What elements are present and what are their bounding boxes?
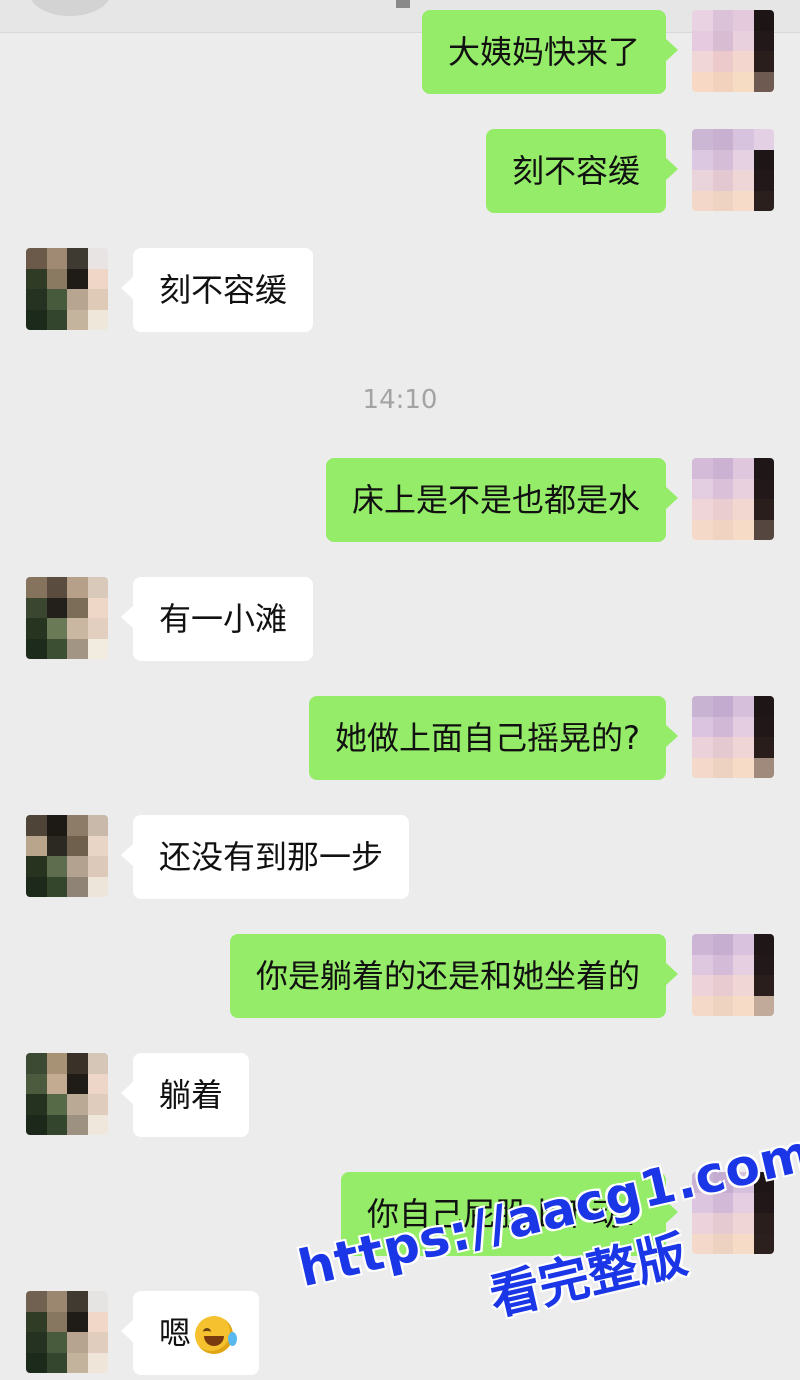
my-avatar[interactable] xyxy=(692,696,774,778)
contact-avatar[interactable] xyxy=(26,577,108,659)
message-row: 刻不容缓 xyxy=(0,129,800,213)
contact-message-bubble[interactable]: 有一小滩 xyxy=(120,577,314,661)
my-message-bubble[interactable]: 床上是不是也都是水 xyxy=(325,458,679,542)
contact-avatar[interactable] xyxy=(26,815,108,897)
contact-message-bubble[interactable]: 嗯 xyxy=(120,1291,260,1375)
message-text: 嗯 xyxy=(159,1314,192,1352)
contact-avatar[interactable] xyxy=(26,1053,108,1135)
title-fragment xyxy=(396,0,410,8)
my-avatar[interactable] xyxy=(692,10,774,92)
my-avatar[interactable] xyxy=(692,934,774,1016)
contact-message-bubble[interactable]: 刻不容缓 xyxy=(120,248,314,332)
my-avatar[interactable] xyxy=(692,129,774,211)
my-message-bubble[interactable]: 刻不容缓 xyxy=(485,129,679,213)
my-message-bubble[interactable]: 大姨妈快来了 xyxy=(421,10,679,94)
message-row: 有一小滩 xyxy=(0,577,800,661)
laughing-tears-icon xyxy=(195,1316,238,1354)
contact-avatar[interactable] xyxy=(26,1291,108,1373)
tear-drop xyxy=(228,1332,238,1346)
message-row: 她做上面自己摇晃的? xyxy=(0,696,800,780)
message-row: 还没有到那一步 xyxy=(0,815,800,899)
my-message-bubble[interactable]: 你是躺着的还是和她坐着的 xyxy=(229,934,679,1018)
message-row: 大姨妈快来了 xyxy=(0,10,800,94)
message-row: 你是躺着的还是和她坐着的 xyxy=(0,934,800,1018)
contact-message-bubble[interactable]: 躺着 xyxy=(120,1053,250,1137)
contact-message-bubble[interactable]: 还没有到那一步 xyxy=(120,815,410,899)
contact-avatar[interactable] xyxy=(26,248,108,330)
my-message-bubble[interactable]: 她做上面自己摇晃的? xyxy=(309,696,678,780)
message-row: 床上是不是也都是水 xyxy=(0,458,800,542)
message-row: 刻不容缓 xyxy=(0,248,800,332)
time-divider: 14:10 xyxy=(362,385,438,415)
my-avatar[interactable] xyxy=(692,458,774,540)
